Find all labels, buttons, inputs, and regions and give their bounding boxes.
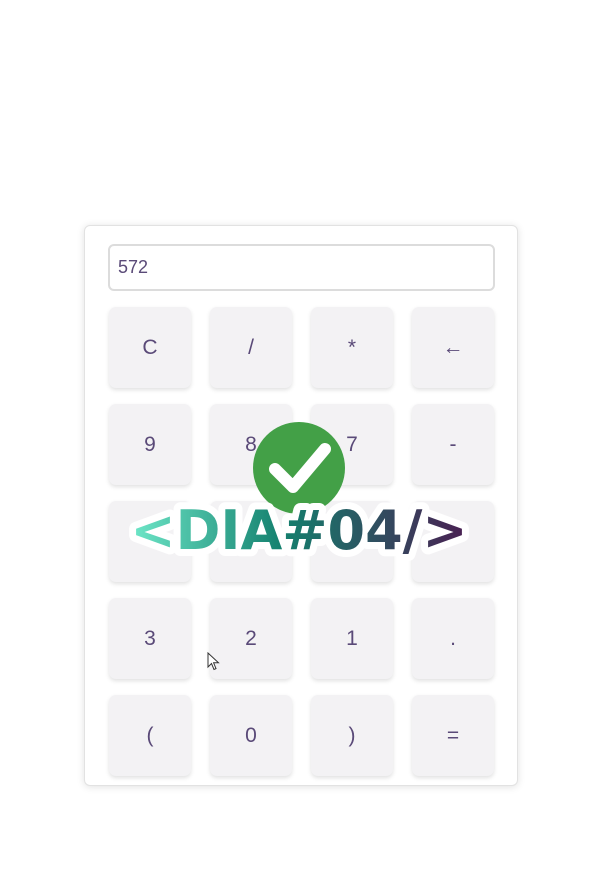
page: C / * ← 9 8 7 - 3 2 1 . ( 0 ) = xyxy=(0,0,598,869)
digit-2-button[interactable]: 2 xyxy=(210,598,292,679)
digit-3-button[interactable]: 3 xyxy=(109,598,191,679)
clear-button[interactable]: C xyxy=(109,307,191,388)
digit-6-button[interactable] xyxy=(109,501,191,582)
digit-8-button[interactable]: 8 xyxy=(210,404,292,485)
digit-5-button[interactable] xyxy=(210,501,292,582)
close-paren-button[interactable]: ) xyxy=(311,695,393,776)
divide-button[interactable]: / xyxy=(210,307,292,388)
decimal-button[interactable]: . xyxy=(412,598,494,679)
equals-button[interactable]: = xyxy=(412,695,494,776)
subtract-button[interactable]: - xyxy=(412,404,494,485)
digit-7-button[interactable]: 7 xyxy=(311,404,393,485)
open-paren-button[interactable]: ( xyxy=(109,695,191,776)
keypad: C / * ← 9 8 7 - 3 2 1 . ( 0 ) = xyxy=(109,307,494,776)
multiply-button[interactable]: * xyxy=(311,307,393,388)
calculator-display[interactable] xyxy=(108,244,495,291)
digit-1-button[interactable]: 1 xyxy=(311,598,393,679)
digit-9-button[interactable]: 9 xyxy=(109,404,191,485)
backspace-button[interactable]: ← xyxy=(412,307,494,388)
add-button[interactable] xyxy=(412,501,494,582)
digit-4-button[interactable] xyxy=(311,501,393,582)
digit-0-button[interactable]: 0 xyxy=(210,695,292,776)
calculator: C / * ← 9 8 7 - 3 2 1 . ( 0 ) = xyxy=(84,225,518,786)
